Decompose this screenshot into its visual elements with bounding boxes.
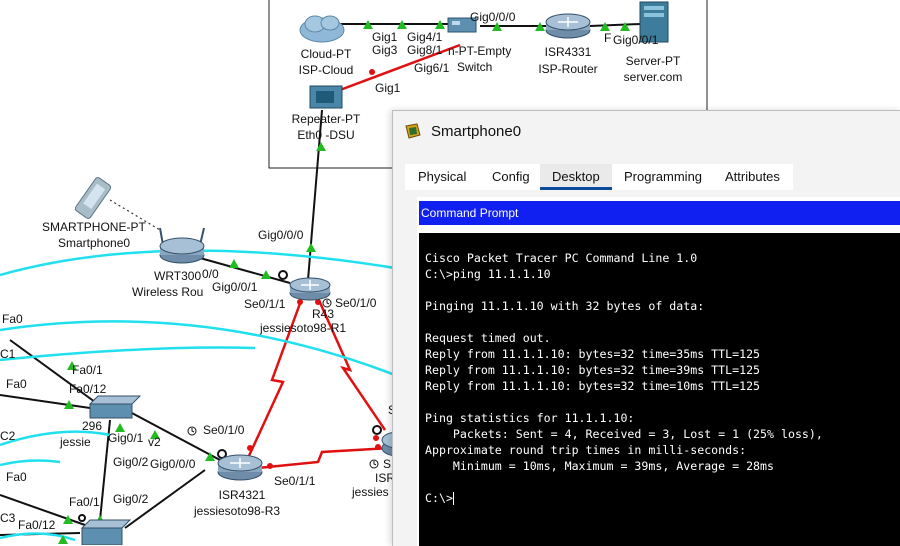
- isp-router-name-label: ISP-Router: [538, 62, 598, 76]
- port-label: F: [604, 31, 612, 45]
- port-label: Gig1: [375, 81, 401, 95]
- port-label: Fa0: [6, 377, 27, 391]
- tab-desktop[interactable]: Desktop: [540, 164, 612, 190]
- switch-2-icon[interactable]: [80, 519, 132, 545]
- smartphone-type-label: SMARTPHONE-PT: [42, 220, 146, 234]
- repeater-type-label: Repeater-PT: [291, 112, 361, 126]
- port-label: Fa0/1: [72, 363, 103, 377]
- wireless-arc-3: [0, 346, 256, 362]
- switch-1-icon[interactable]: [88, 395, 142, 419]
- terminal-line: Request timed out.: [425, 331, 551, 345]
- wireless-router-icon[interactable]: [159, 227, 205, 264]
- terminal[interactable]: Cisco Packet Tracer PC Command Line 1.0 …: [419, 233, 900, 546]
- port-label: Se0/1/1: [244, 297, 286, 311]
- cloud-icon[interactable]: [299, 15, 345, 43]
- port-label: Fa0: [6, 470, 27, 484]
- window-title: Smartphone0: [431, 123, 522, 140]
- port-label: Se0/1/1: [274, 474, 316, 488]
- tab-bar: Physical Config Desktop Programming Attr…: [405, 164, 793, 190]
- pc-label: C1: [0, 347, 16, 361]
- port-label: Se0/1/0: [203, 423, 245, 437]
- isp-router-icon[interactable]: [545, 13, 591, 39]
- router-r3-icon[interactable]: [217, 454, 263, 481]
- port-label: Gig0/0/0: [258, 228, 304, 242]
- port-label: Fa0/1: [69, 495, 100, 509]
- terminal-line: Ping statistics for 11.1.1.10:: [425, 411, 635, 425]
- port-label: Gig0/1: [108, 431, 144, 445]
- pc-label: C2: [0, 429, 16, 443]
- port-label: S: [383, 457, 392, 471]
- repeater-name-label: Eth0 -DSU: [297, 128, 355, 142]
- port-label: Gig0/0/0: [470, 10, 516, 24]
- router-r2-name-label: jessies: [352, 485, 389, 499]
- command-prompt-title: Command Prompt: [421, 206, 519, 220]
- server-name-label: server.com: [623, 70, 683, 84]
- terminal-line: Cisco Packet Tracer PC Command Line 1.0: [425, 251, 698, 265]
- tab-attributes[interactable]: Attributes: [725, 164, 780, 190]
- port-label: Gig0/2: [113, 492, 149, 506]
- port-label: Gig6/1: [414, 61, 450, 75]
- router-r1-type-label: R43: [312, 307, 335, 321]
- port-label: Fa0/12: [18, 518, 56, 532]
- port-label: Se0/1/0: [335, 296, 377, 310]
- status-triangle: [306, 243, 316, 252]
- port-label: Gig0/0/1: [212, 280, 258, 294]
- terminal-line: Approximate round trip times in milli-se…: [425, 443, 747, 457]
- switch-1-type-label: 296: [82, 419, 103, 433]
- router-r3-name-label: jessiesoto98-R3: [194, 504, 281, 518]
- port-label: Gig0/0/0: [150, 457, 196, 471]
- router-r3-type-label: ISR4321: [218, 488, 266, 502]
- window-titlebar[interactable]: Smartphone0: [393, 111, 900, 151]
- tab-programming[interactable]: Programming: [624, 164, 702, 190]
- status-triangle: [620, 22, 630, 31]
- wireless-arc-5: [0, 459, 61, 467]
- terminal-line: C:\>ping 11.1.1.10: [425, 267, 551, 281]
- command-prompt-titlebar[interactable]: Command Prompt: [419, 201, 900, 225]
- tab-physical[interactable]: Physical: [418, 164, 466, 190]
- smartphone-icon[interactable]: [74, 176, 112, 219]
- status-triangle: [316, 142, 326, 151]
- router-r1-name-label: jessiesoto98-R1: [260, 321, 347, 335]
- port-label: Gig3: [372, 43, 398, 57]
- server-type-label: Server-PT: [625, 54, 681, 68]
- cloud-type-label: Cloud-PT: [300, 47, 352, 61]
- port-label: Gig8/1: [407, 43, 443, 57]
- desktop-panel: Command Prompt Cisco Packet Tracer PC Co…: [417, 197, 900, 546]
- terminal-line: Reply from 11.1.1.10: bytes=32 time=35ms…: [425, 347, 761, 361]
- switch-1-name-label: jessie: [60, 435, 91, 449]
- link-pc-sw1: [0, 394, 91, 409]
- tab-config[interactable]: Config: [492, 164, 530, 190]
- port-label: Gig0/0/1: [613, 33, 659, 47]
- router-r1-icon[interactable]: [289, 277, 331, 301]
- isp-router-type-label: ISR4331: [544, 45, 592, 59]
- smartphone-name-label: Smartphone0: [58, 236, 131, 250]
- terminal-line: Minimum = 10ms, Maximum = 39ms, Average …: [425, 459, 775, 473]
- switch-top-type-label: n-PT-Empty: [448, 44, 512, 58]
- repeater-icon[interactable]: [309, 85, 343, 109]
- terminal-line: Reply from 11.1.1.10: bytes=32 time=10ms…: [425, 379, 761, 393]
- terminal-line: Packets: Sent = 4, Received = 3, Lost = …: [425, 427, 823, 441]
- switch-top-name-label: Switch: [457, 60, 493, 74]
- terminal-prompt: C:\>: [425, 491, 453, 505]
- terminal-line: Reply from 11.1.1.10: bytes=32 time=39ms…: [425, 363, 761, 377]
- wireless-type-label: WRT300: [154, 269, 202, 283]
- pc-label: C3: [0, 511, 16, 525]
- port-label: Fa0/12: [69, 382, 107, 396]
- link-isp-server: [589, 23, 641, 27]
- text-cursor: [452, 492, 454, 505]
- port-label: Gig0/2: [113, 455, 149, 469]
- terminal-prompt-line[interactable]: C:\>: [425, 491, 454, 505]
- wireless-name-label: Wireless Rou: [132, 285, 204, 299]
- port-label: Fa0: [2, 312, 23, 326]
- status-triangle: [229, 259, 239, 268]
- port-label: v2: [148, 435, 161, 449]
- terminal-line: Pinging 11.1.1.10 with 32 bytes of data:: [425, 299, 705, 313]
- wireless-arc-4: [0, 430, 111, 447]
- packet-tracer-app-icon: [405, 123, 421, 139]
- cloud-name-label: ISP-Cloud: [298, 63, 354, 77]
- device-window[interactable]: Smartphone0 Physical Config Desktop Prog…: [392, 110, 900, 546]
